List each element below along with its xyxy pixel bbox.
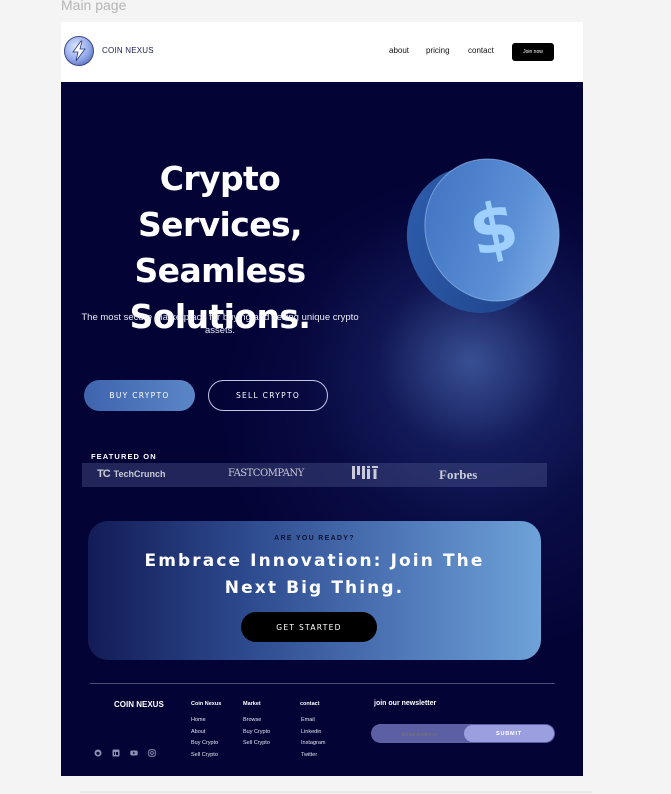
newsletter-form: SUBMIT — [371, 724, 555, 745]
footer-col-title: Coin Nexus — [191, 701, 222, 707]
newsletter-title: join our newsletter — [374, 700, 437, 707]
brand-name[interactable]: COIN NEXUS — [102, 46, 154, 55]
footer-link-browse[interactable]: Browse — [243, 715, 270, 727]
footer-link-buy-crypto[interactable]: Buy Crypto — [243, 727, 270, 739]
newsletter-submit-button[interactable]: SUBMIT — [464, 725, 554, 742]
footer-link-sell-crypto[interactable]: Sell Crypto — [191, 750, 218, 762]
mit-logo — [352, 466, 378, 479]
dollar-coin-illustration: $ — [406, 158, 560, 313]
footer-brand[interactable]: COIN NEXUS — [114, 700, 164, 709]
cta-eyebrow: ARE YOU READY? — [274, 535, 355, 542]
footer-link-about[interactable]: About — [191, 727, 218, 739]
nav-contact[interactable]: contact — [468, 46, 494, 55]
featured-logos: TC TechCrunch FASTCOMPANY Forbes — [82, 463, 547, 487]
nav-about[interactable]: about — [389, 46, 409, 55]
buy-crypto-button[interactable]: BUY CRYPTO — [84, 380, 195, 411]
fastcompany-logo: FASTCOMPANY — [228, 468, 304, 479]
github-icon[interactable] — [94, 749, 102, 757]
footer-col-coin-nexus: Home About Buy Crypto Sell Crypto — [191, 715, 218, 761]
footer-link-instagram[interactable]: Instagram — [301, 738, 325, 750]
cta-title-line: Next Big Thing. — [224, 578, 405, 598]
footer-divider — [90, 683, 555, 684]
footer-col-title: contact — [300, 701, 320, 707]
hero-title-line: Seamless — [134, 251, 307, 290]
cta-card: ARE YOU READY? Embrace Innovation: Join … — [88, 521, 541, 660]
forbes-logo: Forbes — [439, 467, 478, 482]
landing-page: COIN NEXUS about pricing contact Join no… — [61, 22, 583, 776]
footer-link-buy-crypto[interactable]: Buy Crypto — [191, 738, 218, 750]
techcrunch-logo: TC TechCrunch — [97, 468, 166, 480]
featured-on-label: FEATURED ON — [91, 452, 157, 461]
techcrunch-logo-text: TechCrunch — [113, 469, 166, 479]
footer-link-home[interactable]: Home — [191, 715, 218, 727]
social-icons — [94, 749, 156, 757]
footer-col-contact: Email Linkedin Instagram Twitter — [301, 715, 325, 761]
footer-link-sell-crypto[interactable]: Sell Crypto — [243, 738, 270, 750]
cta-title: Embrace Innovation: Join The Next Big Th… — [128, 548, 501, 602]
hero-title-line: Crypto Services, — [138, 159, 303, 244]
linkedin-icon[interactable] — [112, 749, 120, 757]
footer-col-title: Market — [243, 701, 261, 707]
brand-logo[interactable] — [64, 36, 94, 66]
frame-label: Main page — [61, 0, 127, 13]
footer-col-market: Browse Buy Crypto Sell Crypto — [243, 715, 270, 750]
site-header: COIN NEXUS about pricing contact Join no… — [61, 22, 583, 82]
footer-link-linkedin[interactable]: Linkedin — [301, 727, 325, 739]
instagram-icon[interactable] — [148, 749, 156, 757]
lightning-icon — [72, 40, 86, 62]
footer-link-twitter[interactable]: Twitter — [301, 750, 325, 762]
canvas-edge — [80, 791, 592, 793]
sell-crypto-button[interactable]: SELL CRYPTO — [208, 380, 328, 411]
nav-pricing[interactable]: pricing — [426, 46, 450, 55]
footer-link-email[interactable]: Email — [301, 715, 325, 727]
hero-subtitle: The most secure marketplace for buying a… — [81, 312, 359, 336]
join-now-button[interactable]: Join now — [512, 43, 554, 61]
hero-section: Crypto Services, Seamless Solutions. The… — [61, 82, 583, 776]
get-started-button[interactable]: GET STARTED — [241, 612, 377, 642]
cta-title-line: Embrace Innovation: Join The — [144, 551, 485, 571]
youtube-icon[interactable] — [130, 749, 138, 757]
newsletter-email-input[interactable] — [371, 724, 467, 745]
